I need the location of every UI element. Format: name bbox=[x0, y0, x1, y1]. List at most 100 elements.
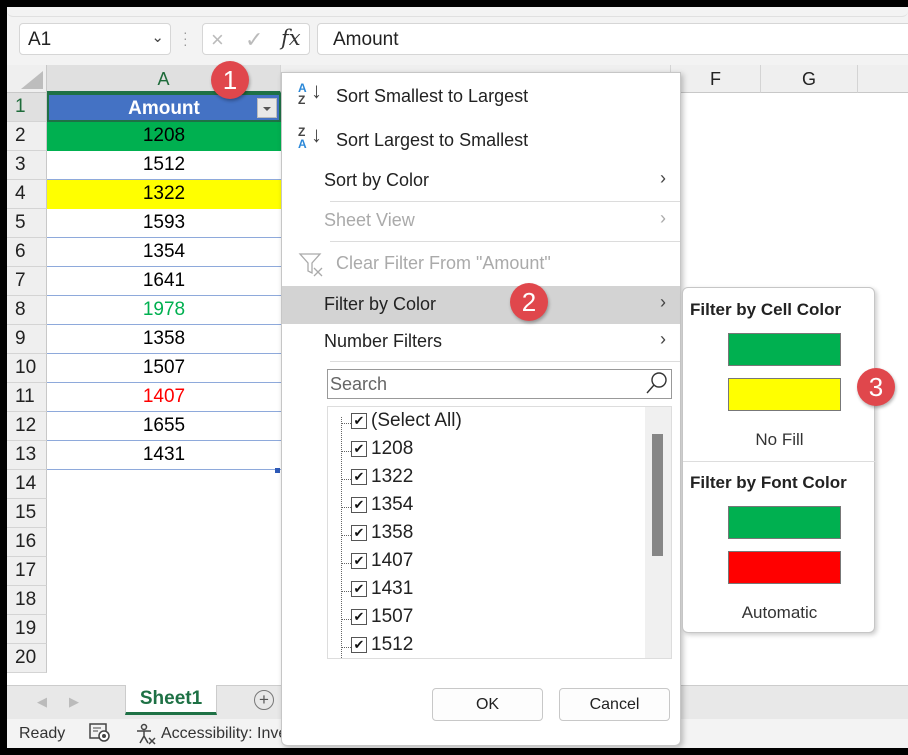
ok-button[interactable]: OK bbox=[432, 688, 543, 721]
tree-branch bbox=[341, 423, 351, 424]
row-header[interactable]: 1 bbox=[7, 93, 47, 122]
sheet-tab-sheet1[interactable]: Sheet1 bbox=[125, 685, 217, 715]
header-cell-amount[interactable]: Amount bbox=[47, 93, 281, 122]
row-header[interactable]: 6 bbox=[7, 238, 47, 267]
data-cell[interactable]: 1978 bbox=[47, 296, 281, 325]
chevron-right-icon: › bbox=[660, 292, 666, 312]
drag-handle-icon[interactable]: · · · bbox=[183, 25, 188, 51]
menu-number-filters[interactable]: Number Filters › bbox=[282, 323, 680, 361]
tree-line bbox=[341, 417, 342, 658]
checkbox-checked-icon[interactable]: ✔ bbox=[351, 525, 367, 541]
data-cell[interactable]: 1358 bbox=[47, 325, 281, 354]
chevron-right-icon: › bbox=[660, 208, 666, 228]
menu-filter-by-color[interactable]: Filter by Color › bbox=[282, 286, 680, 324]
column-header-g[interactable]: G bbox=[761, 65, 858, 93]
cell-color-heading: Filter by Cell Color bbox=[690, 300, 842, 319]
data-cell[interactable]: 1407 bbox=[47, 383, 281, 412]
row-header[interactable]: 4 bbox=[7, 180, 47, 209]
row-header[interactable]: 20 bbox=[7, 644, 47, 673]
filter-search-input[interactable]: Search bbox=[327, 369, 672, 399]
row-header[interactable]: 5 bbox=[7, 209, 47, 238]
cell-color-swatch-yellow[interactable] bbox=[728, 378, 841, 411]
chevron-right-icon: › bbox=[660, 329, 666, 349]
data-cell[interactable]: 1431 bbox=[47, 441, 281, 470]
step-badge-2: 2 bbox=[510, 283, 548, 321]
fill-handle[interactable] bbox=[275, 468, 280, 473]
menu-item-label: Sort Largest to Smallest bbox=[336, 130, 529, 150]
checkbox-checked-icon[interactable]: ✔ bbox=[351, 469, 367, 485]
data-cell[interactable]: 1354 bbox=[47, 238, 281, 267]
row-header[interactable]: 19 bbox=[7, 615, 47, 644]
row-header[interactable]: 2 bbox=[7, 122, 47, 151]
checkbox-checked-icon[interactable]: ✔ bbox=[351, 441, 367, 457]
list-scrollbar[interactable] bbox=[645, 407, 671, 658]
filter-dropdown-button[interactable] bbox=[257, 98, 277, 118]
checkbox-checked-icon[interactable]: ✔ bbox=[351, 581, 367, 597]
checkbox-checked-icon[interactable]: ✔ bbox=[351, 609, 367, 625]
row-header[interactable]: 11 bbox=[7, 383, 47, 412]
menu-sort-ascending[interactable]: A Z ↓ Sort Smallest to Largest bbox=[282, 78, 680, 116]
menu-separator bbox=[330, 241, 680, 242]
row-header[interactable]: 15 bbox=[7, 499, 47, 528]
font-color-swatch-green[interactable] bbox=[728, 506, 841, 539]
row-header[interactable]: 9 bbox=[7, 325, 47, 354]
menu-item-label: Number Filters bbox=[324, 331, 443, 351]
select-all-corner[interactable] bbox=[7, 65, 47, 93]
cell-color-swatch-green[interactable] bbox=[728, 333, 841, 366]
formula-input[interactable]: Amount bbox=[317, 23, 908, 55]
tree-branch bbox=[341, 451, 351, 452]
row-header[interactable]: 13 bbox=[7, 441, 47, 470]
menu-item-label: Sort by Color bbox=[324, 170, 430, 190]
insert-function-icon[interactable]: fx bbox=[281, 26, 301, 50]
data-cell[interactable]: 1655 bbox=[47, 412, 281, 441]
checkbox-checked-icon[interactable]: ✔ bbox=[351, 497, 367, 513]
row-header[interactable]: 7 bbox=[7, 267, 47, 296]
name-box[interactable]: A1 ⌄ bbox=[19, 23, 171, 55]
scroll-right-icon[interactable]: ▶ bbox=[69, 694, 79, 710]
checkbox-checked-icon[interactable]: ✔ bbox=[351, 637, 367, 653]
row-header[interactable]: 10 bbox=[7, 354, 47, 383]
row-header[interactable]: 14 bbox=[7, 470, 47, 499]
cancel-button[interactable]: Cancel bbox=[559, 688, 670, 721]
checkbox-checked-icon[interactable]: ✔ bbox=[351, 413, 367, 429]
data-cell[interactable]: 1507 bbox=[47, 354, 281, 383]
filter-list-label: (Select All) bbox=[371, 410, 462, 431]
menu-sort-by-color[interactable]: Sort by Color › bbox=[282, 162, 680, 200]
accessibility-icon[interactable] bbox=[135, 723, 157, 748]
chevron-down-icon[interactable]: ⌄ bbox=[151, 28, 164, 46]
tree-branch bbox=[341, 647, 351, 648]
row-header[interactable]: 16 bbox=[7, 528, 47, 557]
row-header[interactable]: 17 bbox=[7, 557, 47, 586]
menu-sort-descending[interactable]: Z A ↓ Sort Largest to Smallest bbox=[282, 122, 680, 160]
row-header[interactable]: 12 bbox=[7, 412, 47, 441]
filter-by-color-submenu: Filter by Cell Color No Fill Filter by F… bbox=[682, 287, 876, 633]
font-color-swatch-red[interactable] bbox=[728, 551, 841, 584]
formula-bar: A1 ⌄ · · · × ✓ fx Amount bbox=[7, 21, 908, 61]
status-ready: Ready bbox=[19, 725, 66, 742]
row-header[interactable]: 8 bbox=[7, 296, 47, 325]
data-cell[interactable]: 1208 bbox=[47, 122, 281, 151]
data-cell[interactable]: 1593 bbox=[47, 209, 281, 238]
row-header[interactable]: 3 bbox=[7, 151, 47, 180]
scroll-left-icon[interactable]: ◀ bbox=[37, 694, 47, 710]
filter-list-label: 1512 bbox=[371, 634, 414, 655]
macro-recording-icon[interactable] bbox=[89, 723, 111, 748]
add-sheet-icon[interactable]: + bbox=[254, 690, 274, 710]
menu-separator bbox=[330, 361, 680, 362]
no-fill-option[interactable]: No Fill bbox=[683, 430, 876, 450]
automatic-option[interactable]: Automatic bbox=[683, 603, 876, 623]
filter-list-label: 1431 bbox=[371, 578, 414, 599]
column-header-h[interactable] bbox=[858, 65, 908, 93]
enter-icon[interactable]: ✓ bbox=[245, 27, 263, 53]
search-icon[interactable] bbox=[645, 371, 669, 395]
checkbox-checked-icon[interactable]: ✔ bbox=[351, 553, 367, 569]
accessibility-status[interactable]: Accessibility: Inve bbox=[161, 725, 287, 743]
cancel-icon[interactable]: × bbox=[211, 27, 224, 53]
menu-sheet-view: Sheet View › bbox=[282, 202, 680, 240]
list-scrollbar-thumb[interactable] bbox=[652, 434, 663, 556]
row-header[interactable]: 18 bbox=[7, 586, 47, 615]
column-header-f[interactable]: F bbox=[671, 65, 761, 93]
data-cell[interactable]: 1641 bbox=[47, 267, 281, 296]
data-cell[interactable]: 1322 bbox=[47, 180, 281, 209]
data-cell[interactable]: 1512 bbox=[47, 151, 281, 180]
